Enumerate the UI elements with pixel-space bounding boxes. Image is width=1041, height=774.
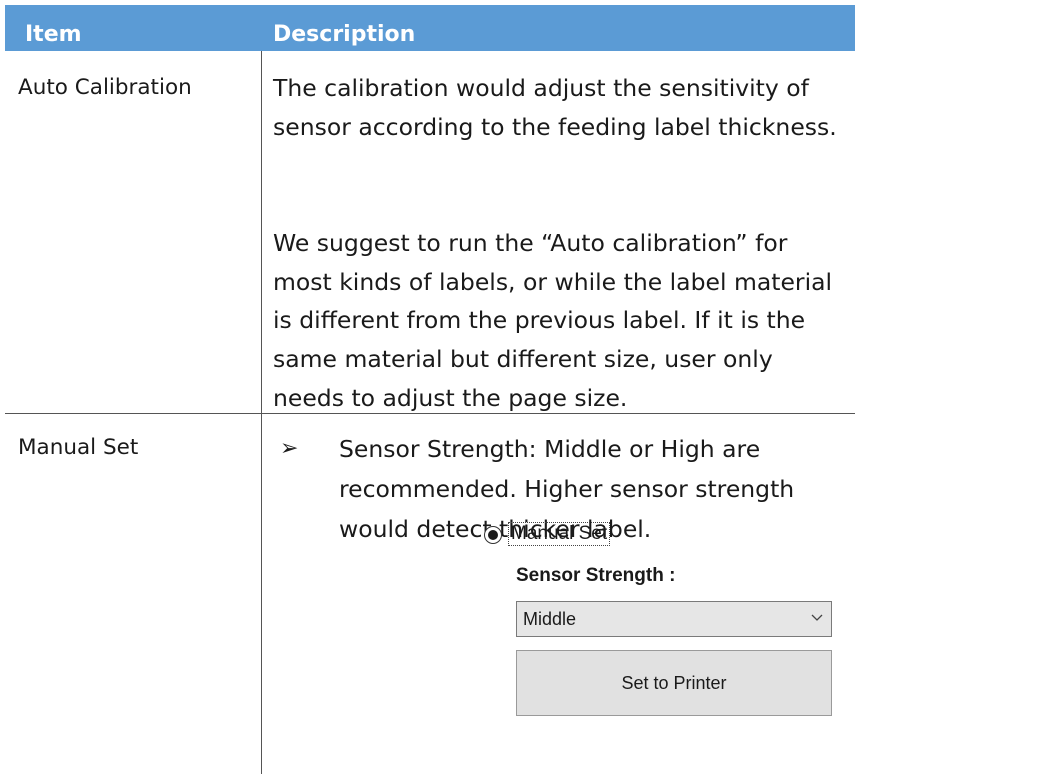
auto-calibration-desc-2: We suggest to run the “Auto calibration”… — [273, 229, 833, 412]
select-value: Middle — [523, 609, 577, 629]
sensor-strength-label: Sensor Strength : — [516, 565, 676, 586]
auto-calibration-desc-1: The calibration would adjust the sensiti… — [273, 74, 837, 141]
sensor-strength-select[interactable]: Middle — [516, 601, 832, 637]
radio-selected-icon[interactable] — [484, 526, 502, 544]
chevron-down-icon — [811, 614, 823, 621]
set-to-printer-button[interactable]: Set to Printer — [516, 650, 832, 716]
arrow-bullet-icon: ➢ — [280, 436, 299, 461]
manual-set-radio-label[interactable]: Manual Set — [508, 522, 611, 546]
header-item: Item — [25, 22, 82, 47]
item-auto-calibration: Auto Calibration — [18, 75, 192, 100]
header-description: Description — [273, 22, 416, 47]
table-header: Item Description — [5, 5, 855, 51]
item-manual-set: Manual Set — [18, 435, 139, 460]
